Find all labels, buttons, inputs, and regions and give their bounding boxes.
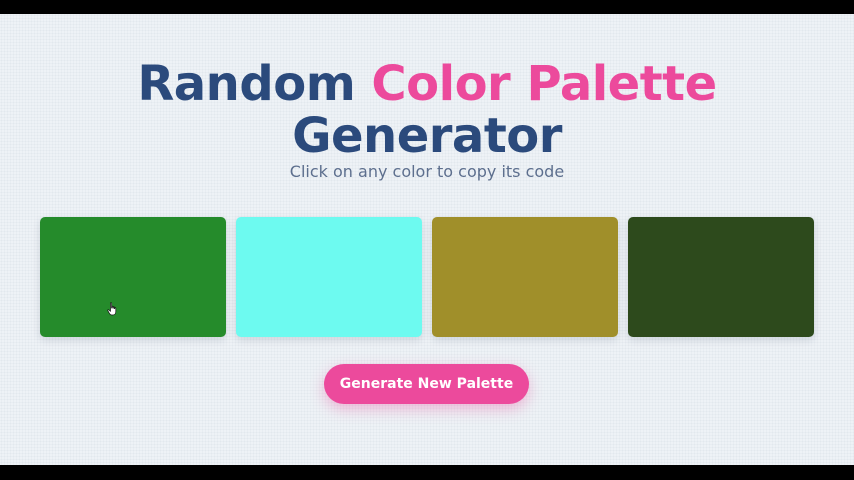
hand-pointer-icon [107, 302, 117, 316]
page-title: Random Color Palette Generator [0, 58, 854, 162]
app-page: Random Color Palette Generator Click on … [0, 14, 854, 465]
color-swatch-1[interactable] [40, 217, 226, 337]
color-swatch-3[interactable] [432, 217, 618, 337]
color-swatch-2[interactable] [236, 217, 422, 337]
generate-palette-button[interactable]: Generate New Palette [324, 364, 529, 404]
title-part-color-palette: Color Palette [371, 56, 717, 112]
instruction-subtitle: Click on any color to copy its code [289, 162, 565, 181]
title-part-random: Random [137, 56, 356, 112]
color-palette [40, 217, 814, 337]
title-part-generator: Generator [292, 108, 562, 164]
color-swatch-4[interactable] [628, 217, 814, 337]
